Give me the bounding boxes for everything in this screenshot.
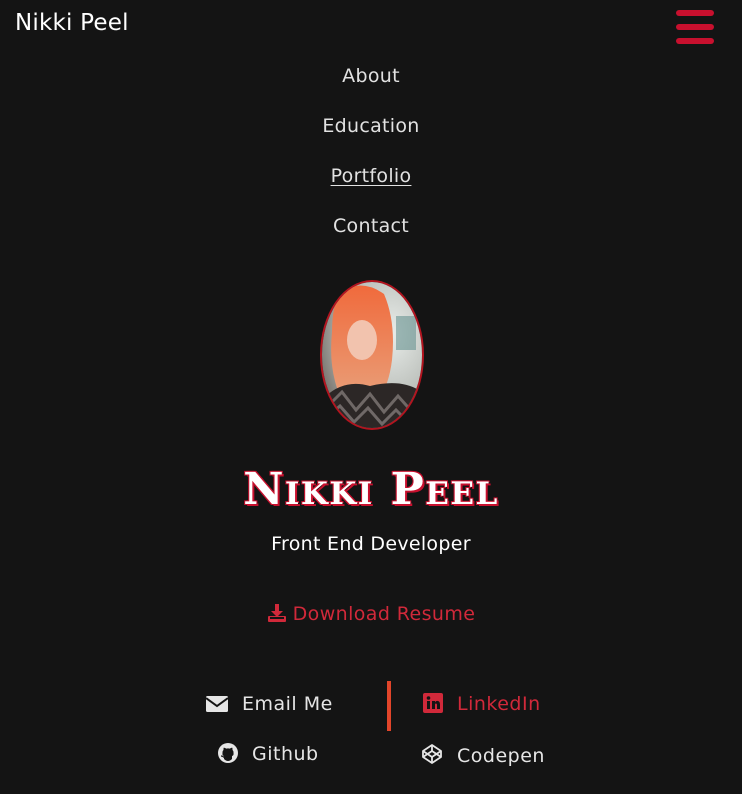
nav-item-portfolio[interactable]: Portfolio [0, 162, 742, 212]
download-icon [267, 603, 287, 628]
divider [387, 681, 391, 731]
nav-item-contact[interactable]: Contact [0, 212, 742, 262]
email-link[interactable]: Email Me [205, 693, 333, 718]
github-icon [218, 743, 238, 768]
hamburger-menu-icon[interactable] [676, 10, 714, 44]
hero-subtitle: Front End Developer [271, 533, 471, 555]
linkedin-link[interactable]: LinkedIn [423, 693, 541, 718]
hero-name: Nikki Peel [243, 464, 499, 515]
github-label: Github [252, 743, 319, 765]
menu-bar [676, 38, 714, 44]
site-brand[interactable]: Nikki Peel [15, 10, 129, 36]
linkedin-icon [423, 693, 443, 718]
download-resume-label: Download Resume [292, 603, 476, 625]
profile-photo [322, 282, 422, 428]
nav-item-about[interactable]: About [0, 62, 742, 112]
email-label: Email Me [242, 693, 333, 715]
codepen-label: Codepen [457, 745, 545, 767]
menu-bar [676, 10, 714, 16]
avatar [320, 280, 424, 430]
linkedin-label: LinkedIn [457, 693, 541, 715]
main-nav: About Education Portfolio Contact [0, 62, 742, 262]
codepen-link[interactable]: Codepen [421, 743, 545, 770]
github-link[interactable]: Github [218, 743, 319, 768]
download-resume-link[interactable]: Download Resume [0, 603, 742, 628]
menu-bar [676, 24, 714, 30]
nav-item-education[interactable]: Education [0, 112, 742, 162]
envelope-icon [205, 695, 229, 718]
codepen-icon [421, 743, 443, 770]
